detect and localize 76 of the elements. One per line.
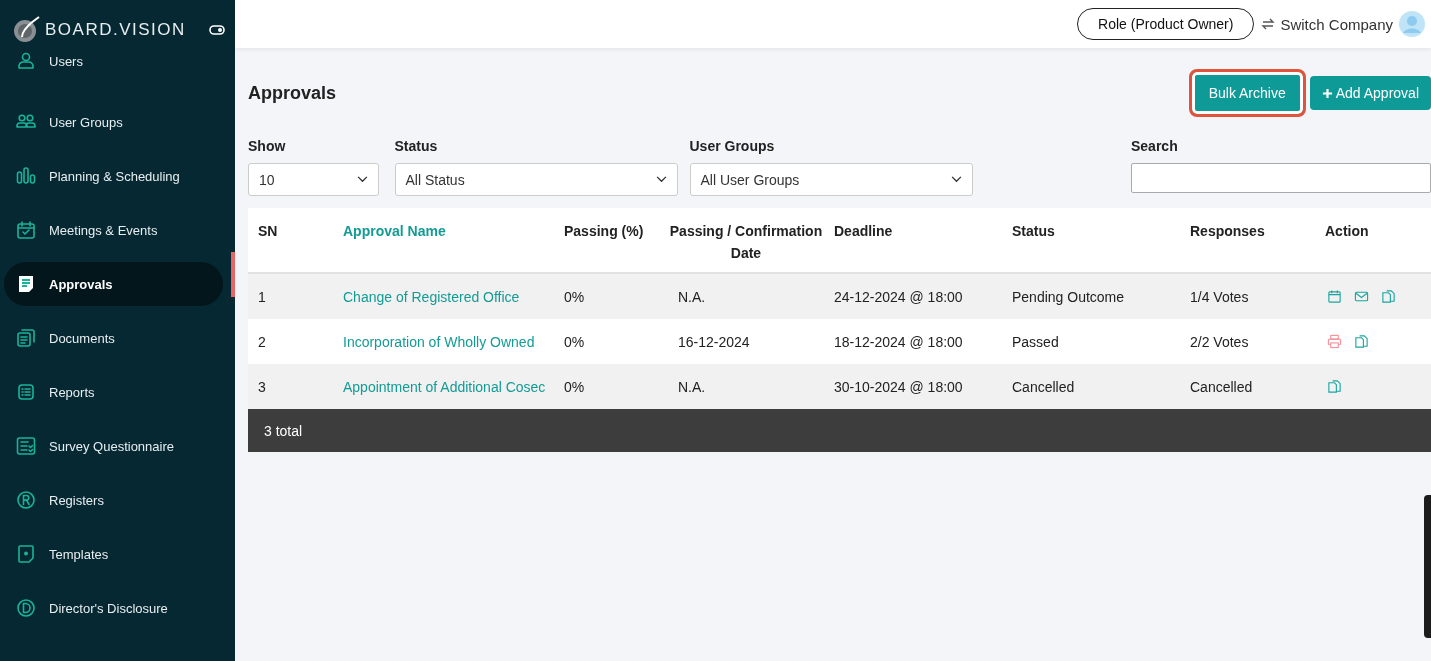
table-cell-text: 16-12-2024	[677, 333, 751, 350]
sidebar-item[interactable]: Users	[4, 46, 223, 76]
filter-label: Search	[1131, 138, 1179, 154]
mail-icon[interactable]	[1354, 289, 1369, 304]
total-count: 3 total	[264, 422, 303, 439]
calendar-check-icon	[16, 220, 36, 240]
table-cell-text: 0%	[563, 288, 586, 305]
column-header: Responses	[1189, 222, 1266, 241]
switch-company-link[interactable]: Switch Company	[1260, 15, 1393, 33]
search-field[interactable]	[1131, 163, 1431, 193]
table-cell-text: 1	[257, 288, 267, 305]
user-icon	[16, 51, 36, 71]
dropdown[interactable]: All User Groups	[689, 163, 973, 196]
documents-icon	[16, 328, 36, 348]
filter-label: Status	[394, 138, 439, 154]
filter-label: User Groups	[689, 138, 776, 154]
sidebar-item[interactable]: User Groups	[4, 100, 223, 144]
table-cell-text: N.A.	[677, 288, 707, 305]
table-cell-text: N.A.	[677, 378, 707, 395]
active-indicator	[231, 252, 235, 297]
column-header: Status	[1011, 222, 1056, 241]
toggle-icon[interactable]	[209, 25, 225, 35]
gear-document-icon	[16, 544, 36, 564]
avatar-icon	[1399, 11, 1425, 37]
calendar-icon[interactable]	[1327, 289, 1342, 304]
dropdown[interactable]: All Status	[394, 163, 678, 196]
table-cell-text: 30-10-2024 @ 18:00	[833, 378, 964, 395]
sidebar-item[interactable]: Registers	[4, 478, 223, 522]
dropdown[interactable]: 10	[248, 163, 379, 196]
column-header: Action	[1324, 222, 1370, 241]
sidebar-item[interactable]: Templates	[4, 532, 223, 576]
table-cell-text: Cancelled	[1189, 378, 1254, 395]
table-cell-text: 2/2 Votes	[1189, 333, 1250, 350]
sidebar-item[interactable]: Director's Disclosure	[4, 586, 223, 630]
column-header: Approval Name	[342, 222, 447, 241]
letter-d-icon	[16, 598, 36, 618]
table-cell-text: 18-12-2024 @ 18:00	[833, 333, 964, 350]
table-cell-text: 0%	[563, 378, 586, 395]
chevron-icon	[655, 176, 667, 183]
document-icon	[16, 274, 36, 294]
sidebar-item[interactable]: Approvals	[4, 262, 223, 306]
role-button[interactable]: Role (Product Owner)	[1077, 8, 1255, 40]
table-cell-text: 2	[257, 333, 267, 350]
column-header: Passing / Confirmation Date	[668, 222, 824, 263]
bar-chart-icon	[16, 166, 36, 186]
sidebar-item[interactable]: Planning & Scheduling	[4, 154, 223, 198]
filter-label: Show	[248, 138, 287, 154]
table-cell-text: 24-12-2024 @ 18:00	[833, 288, 964, 305]
table-cell-text: Pending Outcome	[1011, 288, 1126, 305]
table-cell-text: Cancelled	[1011, 378, 1076, 395]
sidebar-item[interactable]: Meetings & Events	[4, 208, 223, 252]
column-header: Passing (%)	[563, 222, 645, 241]
chevron-icon	[357, 176, 368, 183]
column-header: Deadline	[833, 222, 894, 241]
copy-icon[interactable]	[1354, 334, 1369, 349]
printer-icon[interactable]	[1327, 334, 1342, 349]
list-icon	[16, 382, 36, 402]
table-cell-text: 3	[257, 378, 267, 395]
table-cell-text: 1/4 Votes	[1189, 288, 1250, 305]
sidebar-item[interactable]: Survey Questionnaire	[4, 424, 223, 468]
sidebar-item[interactable]: Documents	[4, 316, 223, 360]
copy-icon[interactable]	[1327, 379, 1342, 394]
page-title: Approvals	[248, 82, 337, 104]
brand-name: BOARD.VISION	[45, 20, 187, 40]
plus-icon	[1321, 87, 1333, 99]
checklist-icon	[16, 436, 36, 456]
table-cell-text: Passed	[1011, 333, 1060, 350]
sidebar-item[interactable]: Reports	[4, 370, 223, 414]
registered-icon	[16, 490, 36, 510]
swap-icon	[1260, 16, 1277, 32]
table-cell-text: 0%	[563, 333, 586, 350]
logo-icon	[12, 15, 42, 45]
copy-icon[interactable]	[1381, 289, 1396, 304]
chevron-icon	[950, 176, 962, 183]
approval-link[interactable]: Incorporation of Wholly Owned	[333, 333, 554, 350]
column-header: SN	[257, 222, 279, 241]
